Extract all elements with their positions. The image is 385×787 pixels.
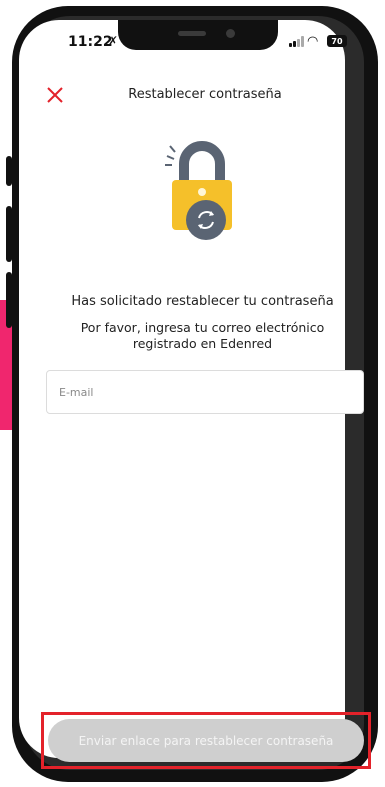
reset-instructions: Por favor, ingresa tu correo electrónico… xyxy=(80,320,325,351)
lock-icon xyxy=(165,141,232,240)
battery-level: 70 xyxy=(331,36,343,46)
status-time: 11:22 xyxy=(68,34,113,50)
reset-heading: Has solicitado restablecer tu contraseña xyxy=(71,294,334,309)
send-reset-link-button[interactable]: Enviar enlace para restablecer contraseñ… xyxy=(48,719,364,762)
battery-icon: 70 xyxy=(327,35,347,47)
signal-icon xyxy=(289,36,305,47)
refresh-icon xyxy=(186,200,226,240)
email-field[interactable] xyxy=(46,370,364,414)
wifi-icon: ◠ xyxy=(307,34,319,49)
mute-icon: ✗ xyxy=(108,34,119,48)
page-title: Restablecer contraseña xyxy=(128,87,282,102)
